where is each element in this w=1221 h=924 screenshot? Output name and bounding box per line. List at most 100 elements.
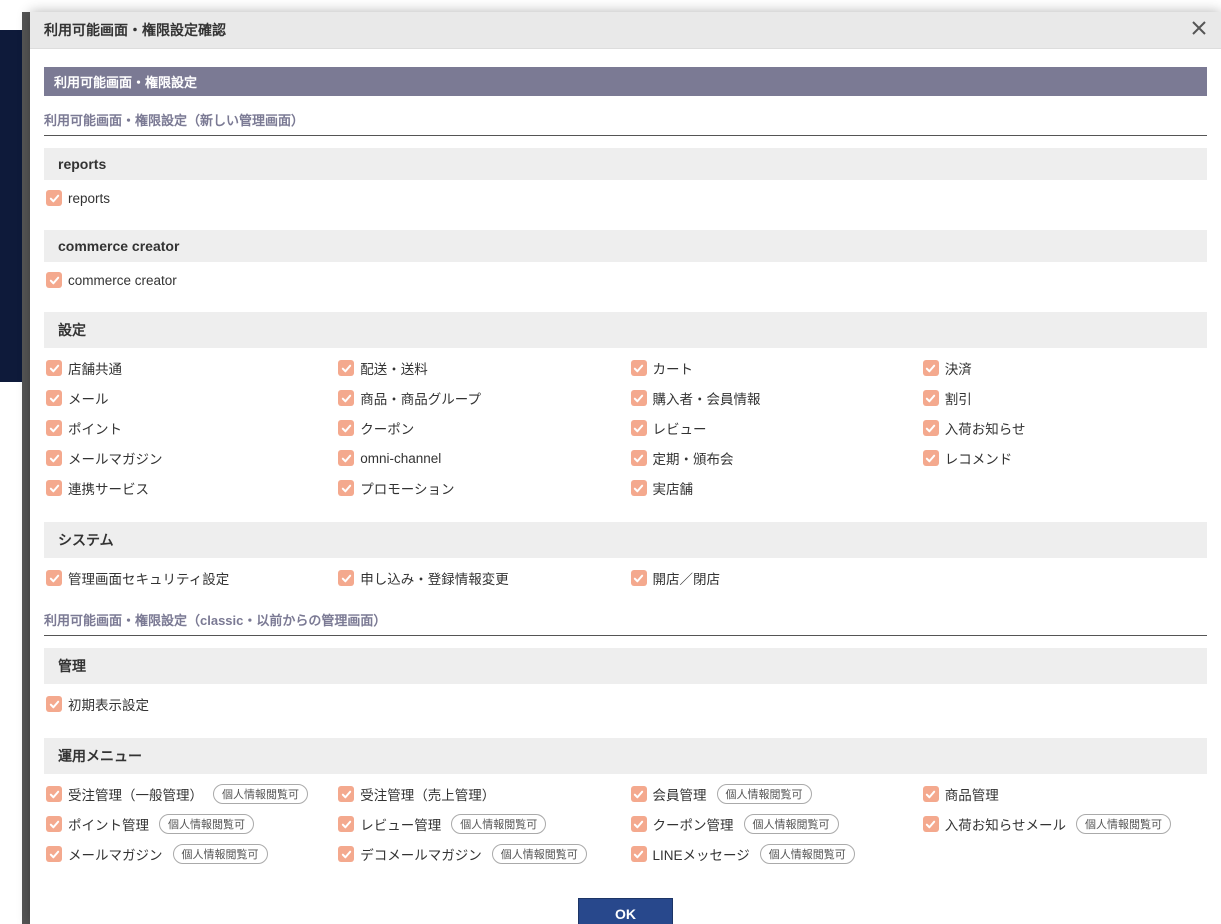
checkbox-checked-icon [338, 360, 354, 376]
checkbox-item[interactable]: カート [631, 358, 913, 378]
checkbox-item[interactable]: 開店／閉店 [631, 568, 913, 588]
checkbox-label: レビュー管理 [360, 814, 441, 834]
checkbox-checked-icon [923, 786, 939, 802]
checkbox-checked-icon [46, 816, 62, 832]
checkbox-label: 商品管理 [945, 784, 999, 804]
checkbox-checked-icon [923, 360, 939, 376]
checkbox-checked-icon [46, 190, 62, 206]
checkbox-label: 決済 [945, 358, 972, 378]
checkbox-item[interactable]: 申し込み・登録情報変更 [338, 568, 620, 588]
checkbox-item[interactable]: 店舗共通 [46, 358, 328, 378]
checkbox-item[interactable]: omni-channel [338, 448, 620, 468]
checkbox-checked-icon [631, 390, 647, 406]
checkbox-item[interactable]: プロモーション [338, 478, 620, 498]
checkbox-item[interactable]: 割引 [923, 388, 1205, 408]
checkbox-label: 開店／閉店 [653, 568, 721, 588]
checkbox-label: クーポン [360, 418, 414, 438]
checkbox-item[interactable]: reports [46, 190, 328, 206]
checkbox-checked-icon [338, 390, 354, 406]
checkbox-item[interactable]: 配送・送料 [338, 358, 620, 378]
groups-new: reportsreportscommerce creatorcommerce c… [44, 148, 1207, 604]
checkbox-label: レビュー [653, 418, 707, 438]
bg-sidebar [0, 0, 22, 924]
checkbox-item[interactable]: 管理画面セキュリティ設定 [46, 568, 328, 588]
close-icon[interactable] [1191, 20, 1207, 40]
checkbox-item[interactable]: 連携サービス [46, 478, 328, 498]
checkbox-label: 初期表示設定 [68, 694, 149, 714]
checkbox-item[interactable]: 商品管理 [923, 784, 1205, 804]
checkbox-checked-icon [631, 846, 647, 862]
checkbox-item[interactable]: 購入者・会員情報 [631, 388, 913, 408]
checkbox-checked-icon [46, 846, 62, 862]
checkbox-checked-icon [338, 846, 354, 862]
checkbox-item[interactable]: メールマガジン個人情報閲覧可 [46, 844, 328, 864]
checkbox-checked-icon [338, 786, 354, 802]
checkbox-checked-icon [338, 420, 354, 436]
checkbox-item[interactable]: レビュー管理個人情報閲覧可 [338, 814, 620, 834]
checkbox-label: 連携サービス [68, 478, 149, 498]
checkbox-item[interactable]: 会員管理個人情報閲覧可 [631, 784, 913, 804]
checkbox-item[interactable]: commerce creator [46, 272, 328, 288]
checkbox-label: レコメンド [945, 448, 1013, 468]
group-heading: システム [44, 522, 1207, 558]
personal-info-badge: 個人情報閲覧可 [173, 844, 268, 864]
checkbox-label: LINEメッセージ [653, 844, 750, 864]
checkbox-item[interactable]: メールマガジン [46, 448, 328, 468]
groups-classic: 管理初期表示設定運用メニュー受注管理（一般管理）個人情報閲覧可受注管理（売上管理… [44, 648, 1207, 880]
checkbox-label: デコメールマガジン [360, 844, 482, 864]
checkbox-label: 受注管理（売上管理） [360, 784, 495, 804]
checkbox-item[interactable]: 受注管理（売上管理） [338, 784, 620, 804]
checkbox-label: 会員管理 [653, 784, 707, 804]
checkbox-checked-icon [46, 786, 62, 802]
checkbox-label: カート [653, 358, 694, 378]
checkbox-grid: 受注管理（一般管理）個人情報閲覧可受注管理（売上管理）会員管理個人情報閲覧可商品… [44, 784, 1207, 880]
checkbox-label: 購入者・会員情報 [653, 388, 761, 408]
checkbox-checked-icon [46, 450, 62, 466]
checkbox-label: メールマガジン [68, 844, 163, 864]
checkbox-label: 入荷お知らせメール [945, 814, 1066, 834]
checkbox-label: 商品・商品グループ [360, 388, 481, 408]
checkbox-item[interactable]: 入荷お知らせメール個人情報閲覧可 [923, 814, 1205, 834]
checkbox-item[interactable]: クーポン管理個人情報閲覧可 [631, 814, 913, 834]
checkbox-label: 割引 [945, 388, 972, 408]
checkbox-item[interactable]: クーポン [338, 418, 620, 438]
checkbox-checked-icon [46, 420, 62, 436]
section-title-new: 利用可能画面・権限設定（新しい管理画面） [44, 110, 1207, 136]
checkbox-item[interactable]: 受注管理（一般管理）個人情報閲覧可 [46, 784, 328, 804]
section-title-classic: 利用可能画面・権限設定（classic・以前からの管理画面） [44, 610, 1207, 636]
personal-info-badge: 個人情報閲覧可 [492, 844, 587, 864]
checkbox-item[interactable]: ポイント管理個人情報閲覧可 [46, 814, 328, 834]
checkbox-checked-icon [46, 570, 62, 586]
checkbox-item[interactable]: レビュー [631, 418, 913, 438]
ok-button[interactable]: OK [578, 898, 673, 924]
checkbox-grid: 初期表示設定 [44, 694, 1207, 730]
personal-info-badge: 個人情報閲覧可 [717, 784, 812, 804]
checkbox-item[interactable]: 初期表示設定 [46, 694, 328, 714]
checkbox-item[interactable]: メール [46, 388, 328, 408]
checkbox-checked-icon [46, 360, 62, 376]
checkbox-item[interactable]: 定期・頒布会 [631, 448, 913, 468]
checkbox-item[interactable]: 商品・商品グループ [338, 388, 620, 408]
modal-body: 利用可能画面・権限設定 利用可能画面・権限設定（新しい管理画面） reports… [30, 49, 1221, 924]
checkbox-checked-icon [923, 450, 939, 466]
checkbox-checked-icon [923, 390, 939, 406]
checkbox-label: 店舗共通 [68, 358, 122, 378]
checkbox-label: 定期・頒布会 [653, 448, 734, 468]
personal-info-badge: 個人情報閲覧可 [159, 814, 254, 834]
group-heading: 設定 [44, 312, 1207, 348]
checkbox-label: reports [68, 191, 110, 206]
permissions-modal: 利用可能画面・権限設定確認 利用可能画面・権限設定 利用可能画面・権限設定（新し… [30, 12, 1221, 924]
checkbox-item[interactable]: ポイント [46, 418, 328, 438]
checkbox-item[interactable]: レコメンド [923, 448, 1205, 468]
checkbox-checked-icon [923, 420, 939, 436]
checkbox-checked-icon [631, 450, 647, 466]
checkbox-item[interactable]: 決済 [923, 358, 1205, 378]
checkbox-item[interactable]: 実店舗 [631, 478, 913, 498]
checkbox-checked-icon [631, 360, 647, 376]
checkbox-item[interactable]: 入荷お知らせ [923, 418, 1205, 438]
checkbox-item[interactable]: デコメールマガジン個人情報閲覧可 [338, 844, 620, 864]
checkbox-label: 管理画面セキュリティ設定 [68, 568, 229, 588]
checkbox-item[interactable]: LINEメッセージ個人情報閲覧可 [631, 844, 913, 864]
group-heading: reports [44, 148, 1207, 180]
checkbox-grid: 管理画面セキュリティ設定 申し込み・登録情報変更 開店／閉店 [44, 568, 1207, 604]
